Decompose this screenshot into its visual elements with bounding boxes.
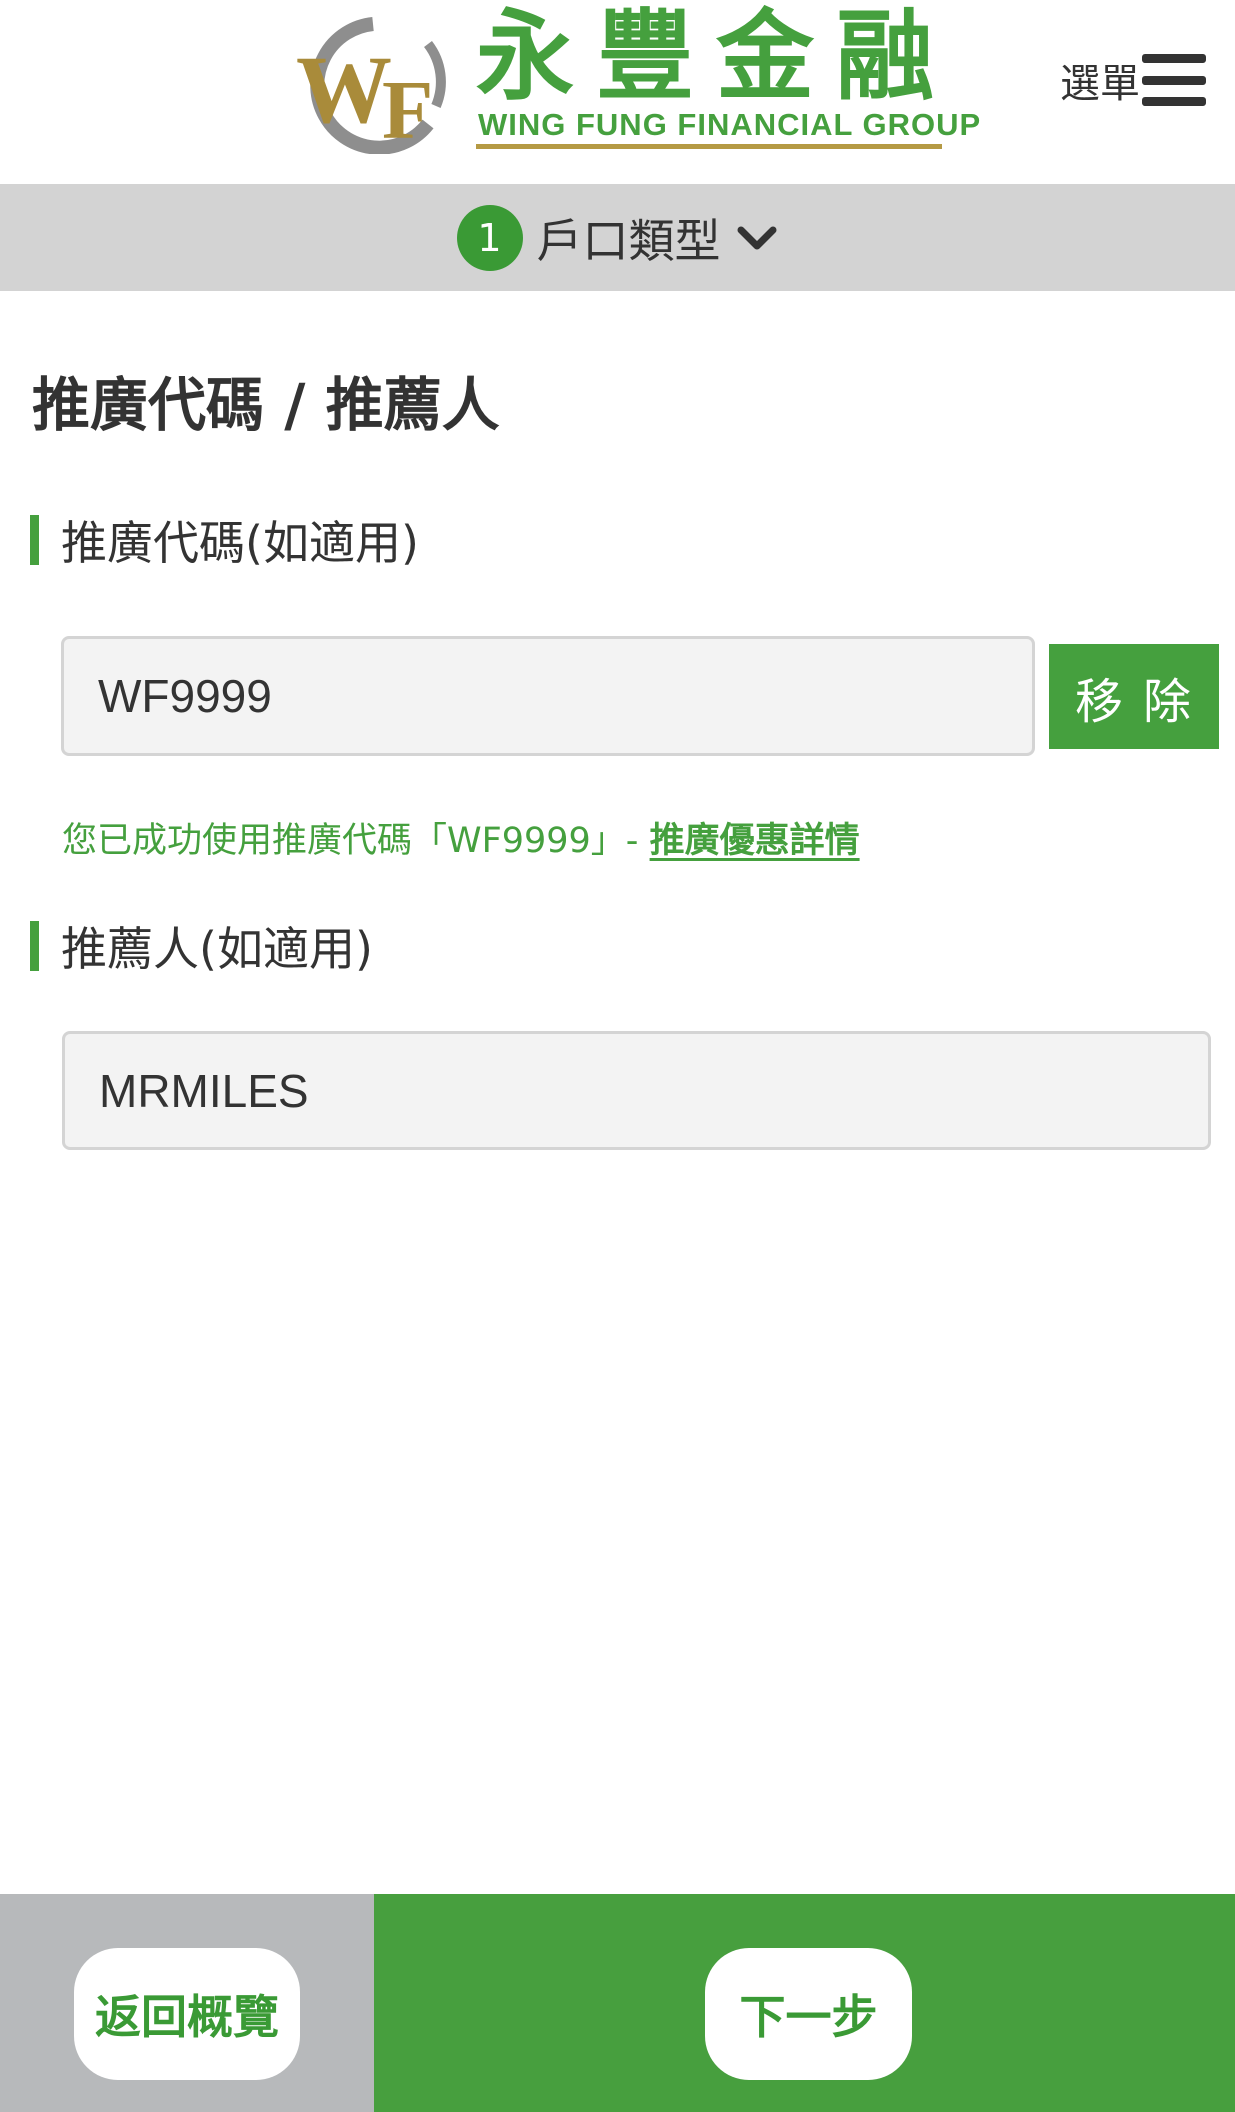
promo-code-label: 推廣代碼(如適用): [30, 512, 419, 570]
logo-english-name: WING FUNG FINANCIAL GROUP: [478, 107, 982, 142]
wf-emblem-icon: W F: [296, 17, 446, 154]
chevron-down-icon: [737, 226, 776, 249]
menu-label: 選單: [1060, 61, 1140, 107]
back-to-overview-button[interactable]: 返回概覽: [74, 1948, 300, 2080]
referrer-input[interactable]: MRMILES: [62, 1031, 1211, 1150]
referrer-label: 推薦人(如適用): [30, 918, 373, 976]
svg-text:W: W: [296, 36, 392, 143]
header: W F 永豐金融 WING FUNG FINANCIAL GROUP 選單: [0, 0, 1235, 184]
promo-code-input[interactable]: WF9999: [61, 636, 1035, 756]
label-accent-bar: [30, 515, 39, 565]
promo-details-link[interactable]: 推廣優惠詳情: [650, 821, 860, 861]
referrer-label-text: 推薦人(如適用): [61, 922, 373, 976]
brand-logo[interactable]: W F 永豐金融 WING FUNG FINANCIAL GROUP: [278, 0, 980, 154]
page-title: 推廣代碼 / 推薦人: [32, 371, 500, 439]
logo-underline: [476, 144, 942, 149]
next-step-button[interactable]: 下一步: [705, 1948, 912, 2080]
label-accent-bar: [30, 921, 39, 971]
remove-promo-button[interactable]: 移除: [1049, 644, 1219, 749]
step-label: 戶口類型: [536, 213, 721, 268]
page: W F 永豐金融 WING FUNG FINANCIAL GROUP 選單 1 …: [0, 0, 1235, 2112]
promo-success-text: 您已成功使用推廣代碼「WF9999」-: [62, 821, 650, 861]
svg-text:F: F: [382, 64, 433, 154]
step-selector[interactable]: 1 戶口類型: [0, 184, 1235, 291]
promo-success-message: 您已成功使用推廣代碼「WF9999」- 推廣優惠詳情: [62, 812, 860, 863]
hamburger-icon: [1142, 54, 1206, 106]
logo-chinese-name: 永豐金融: [476, 0, 957, 114]
menu-button[interactable]: 選單: [1060, 50, 1206, 110]
step-number-badge: 1: [456, 204, 523, 271]
promo-code-label-text: 推廣代碼(如適用): [61, 516, 419, 570]
